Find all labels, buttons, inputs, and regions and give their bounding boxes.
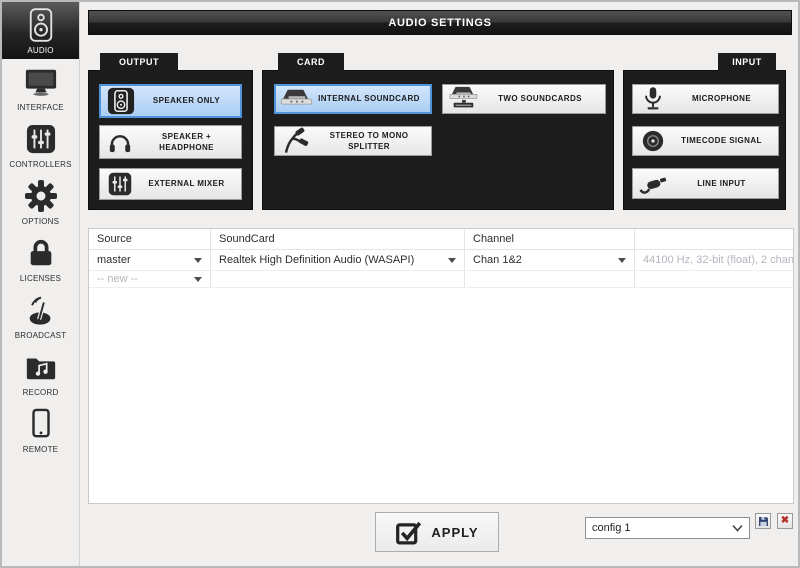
column-header-channel: Channel — [465, 229, 635, 249]
stereo-mono-splitter-button[interactable]: STEREO TO MONO SPLITTER — [274, 126, 432, 156]
chevron-down-icon[interactable] — [194, 258, 202, 263]
speaker-box-icon — [101, 87, 141, 115]
soundcard-icon — [276, 87, 316, 111]
two-soundcards-icon — [443, 85, 483, 113]
config-select-value: config 1 — [592, 522, 631, 534]
button-label: STEREO TO MONO SPLITTER — [315, 130, 431, 152]
two-soundcards-button[interactable]: TWO SOUNDCARDS — [442, 84, 606, 114]
apply-button[interactable]: APPLY — [375, 512, 499, 552]
source-value: -- new -- — [97, 273, 138, 285]
input-panel: MICROPHONE TIMECODE SIGNAL LINE INPUT — [623, 70, 786, 210]
table-row: master Realtek High Definition Audio (WA… — [89, 250, 793, 271]
sidebar-item-record[interactable]: RECORD — [2, 344, 79, 401]
config-select[interactable]: config 1 — [585, 517, 750, 539]
sidebar-item-label: RECORD — [23, 388, 59, 397]
save-config-button[interactable] — [755, 513, 771, 529]
sidebar-item-label: REMOTE — [23, 445, 58, 454]
red-x-icon: ✖ — [781, 516, 789, 526]
jack-cable-icon — [633, 172, 673, 196]
audio-settings-window: AUDIO INTERFACE — [0, 0, 800, 568]
external-mixer-button[interactable]: EXTERNAL MIXER — [99, 168, 242, 200]
button-label: TIMECODE SIGNAL — [673, 135, 778, 146]
audio-routing-table: Source SoundCard Channel master Realtek … — [88, 228, 794, 504]
sidebar-item-licenses[interactable]: LICENSES — [2, 230, 79, 287]
output-panel: SPEAKER ONLY SPEAKER + HEADPHONE — [88, 70, 253, 210]
antenna-icon — [24, 291, 58, 329]
speaker-headphone-button[interactable]: SPEAKER + HEADPHONE — [99, 125, 242, 159]
new-source-dropdown[interactable]: -- new -- — [89, 271, 211, 287]
sidebar-item-label: CONTROLLERS — [9, 160, 71, 169]
chevron-down-icon[interactable] — [448, 258, 456, 263]
sidebar-item-controllers[interactable]: CONTROLLERS — [2, 116, 79, 173]
sidebar-item-remote[interactable]: REMOTE — [2, 401, 79, 458]
speaker-only-button[interactable]: SPEAKER ONLY — [99, 84, 242, 118]
button-label: SPEAKER + HEADPHONE — [140, 131, 241, 153]
sidebar-item-label: AUDIO — [27, 46, 53, 55]
gear-icon — [24, 177, 58, 215]
phone-icon — [26, 405, 56, 443]
chevron-down-icon[interactable] — [194, 277, 202, 282]
microphone-icon — [633, 85, 673, 113]
music-folder-icon — [24, 348, 58, 386]
sidebar-item-label: INTERFACE — [17, 103, 64, 112]
sliders-icon — [100, 172, 140, 196]
button-label: MICROPHONE — [673, 93, 778, 104]
floppy-icon — [758, 516, 769, 527]
column-header-source: Source — [89, 229, 211, 249]
page-title: AUDIO SETTINGS — [88, 10, 792, 35]
source-value: master — [97, 254, 131, 266]
splitter-cable-icon — [275, 127, 315, 155]
checkbox-check-icon — [395, 519, 422, 546]
column-header-soundcard: SoundCard — [211, 229, 465, 249]
microphone-button[interactable]: MICROPHONE — [632, 84, 779, 114]
table-header-row: Source SoundCard Channel — [89, 229, 793, 250]
sidebar-item-interface[interactable]: INTERFACE — [2, 59, 79, 116]
channel-dropdown[interactable]: Chan 1&2 — [465, 250, 635, 270]
button-label: LINE INPUT — [673, 178, 778, 189]
sidebar-item-broadcast[interactable]: BROADCAST — [2, 287, 79, 344]
tab-output: OUTPUT — [100, 53, 178, 71]
source-dropdown[interactable]: master — [89, 250, 211, 270]
soundcard-dropdown[interactable]: Realtek High Definition Audio (WASAPI) — [211, 250, 465, 270]
sidebar-item-audio[interactable]: AUDIO — [2, 2, 79, 59]
card-panel: INTERNAL SOUNDCARD TWO SOUNDCARDS — [262, 70, 614, 210]
sliders-icon — [26, 120, 56, 158]
line-input-button[interactable]: LINE INPUT — [632, 168, 779, 199]
column-header-info — [635, 229, 793, 249]
sidebar-item-label: OPTIONS — [22, 217, 59, 226]
lock-icon — [26, 234, 56, 272]
headphone-icon — [100, 129, 140, 155]
empty-cell — [465, 271, 635, 287]
speaker-icon — [27, 6, 55, 44]
tab-card: CARD — [278, 53, 344, 71]
sidebar-item-label: LICENSES — [20, 274, 61, 283]
button-label: SPEAKER ONLY — [141, 95, 240, 106]
format-info: 44100 Hz, 32-bit (float), 2 chan, 8 — [635, 250, 793, 270]
button-label: EXTERNAL MIXER — [140, 178, 241, 189]
channel-value: Chan 1&2 — [473, 254, 522, 266]
button-label: TWO SOUNDCARDS — [483, 93, 605, 104]
chevron-down-icon — [732, 524, 743, 532]
chevron-down-icon[interactable] — [618, 258, 626, 263]
soundcard-value: Realtek High Definition Audio (WASAPI) — [219, 254, 414, 266]
button-label: INTERNAL SOUNDCARD — [316, 93, 430, 104]
settings-sidebar: AUDIO INTERFACE — [2, 2, 80, 566]
table-row: -- new -- — [89, 271, 793, 288]
sidebar-item-label: BROADCAST — [15, 331, 67, 340]
delete-config-button[interactable]: ✖ — [777, 513, 793, 529]
empty-cell — [635, 271, 793, 287]
timecode-signal-button[interactable]: TIMECODE SIGNAL — [632, 126, 779, 156]
tab-input: INPUT — [718, 53, 776, 71]
internal-soundcard-button[interactable]: INTERNAL SOUNDCARD — [274, 84, 432, 114]
monitor-icon — [24, 63, 58, 101]
sidebar-item-options[interactable]: OPTIONS — [2, 173, 79, 230]
apply-label: APPLY — [431, 525, 478, 540]
empty-cell — [211, 271, 465, 287]
vinyl-icon — [633, 128, 673, 154]
